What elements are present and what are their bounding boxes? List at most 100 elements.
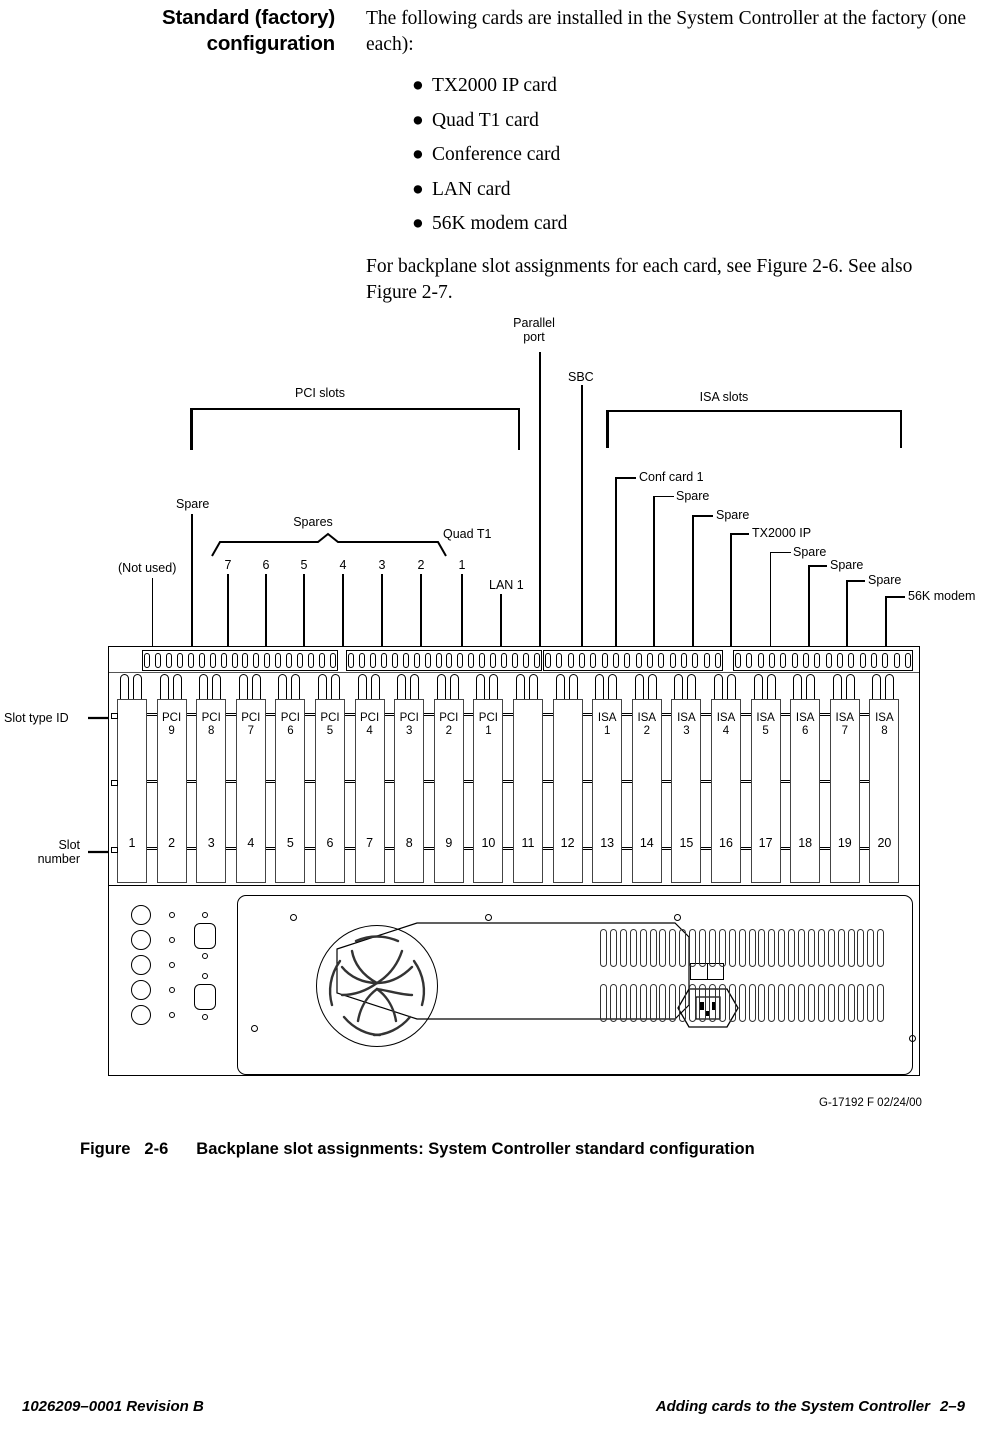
chassis-outline: 1 PCI 9 2 PCI 8 3 PCI 7 4 PCI 6 5 PCI 5 6 PCI 4 7 PCI 3 8 PCI 2… [108, 646, 920, 1076]
backplane-slot[interactable]: ISA 1 13 [592, 699, 623, 883]
connector-oval-icon [567, 653, 574, 668]
vent-slot-icon [817, 984, 825, 1022]
backplane-slot[interactable]: PCI 5 6 [315, 699, 345, 883]
backplane-slot[interactable]: ISA 5 17 [750, 699, 781, 883]
isa-callout-label-7: Spare [868, 573, 902, 587]
slot-tab-icon [410, 674, 420, 699]
slot-rail [859, 847, 870, 850]
slot-number-value: 20 [877, 835, 892, 850]
vent-slot-icon [619, 929, 627, 967]
panel-divider [109, 885, 919, 887]
vent-slot-icon [708, 929, 716, 967]
slot-rail [503, 780, 513, 783]
backplane-slot[interactable]: ISA 4 16 [711, 699, 741, 883]
connector-oval-icon [209, 653, 216, 668]
isa-callout-label-8: 56K modem [908, 589, 976, 603]
slot-tab-icon [370, 674, 380, 699]
footer-section-text: Adding cards to the System Controller [655, 1398, 930, 1415]
connector-oval-icon [703, 653, 710, 668]
round-port [131, 980, 151, 1000]
isa-slots-bracket-label: ISA slots [699, 390, 749, 404]
round-port [131, 1005, 151, 1025]
isa-slots-bracket [606, 410, 902, 448]
connector-oval-icon [714, 653, 721, 668]
backplane-slot[interactable]: ISA 6 18 [790, 699, 821, 883]
slot-rail [384, 847, 395, 850]
backplane-slot[interactable]: PCI 3 8 [394, 699, 425, 883]
backplane-slot[interactable]: PCI 8 3 [196, 699, 227, 883]
backplane-slot[interactable]: ISA 3 15 [671, 699, 702, 883]
slot-type-id-value: PCI 6 [280, 712, 300, 737]
isa-callout-leader-4 [730, 533, 732, 649]
backplane-slot[interactable]: PCI 6 5 [275, 699, 306, 883]
slot-rail [661, 713, 672, 716]
connector-oval-icon [791, 653, 798, 668]
backplane-slot[interactable]: PCI 7 4 [235, 699, 266, 883]
slot-rail [186, 847, 197, 850]
connector-oval-icon [176, 653, 183, 668]
backplane-slot[interactable]: 12 [552, 699, 583, 883]
backplane-slot[interactable]: ISA 8 20 [869, 699, 900, 883]
slot-number-value: 15 [679, 835, 694, 850]
vent-slot-icon [877, 929, 885, 967]
slot-number-value: 17 [758, 835, 773, 850]
slot-number-value: 12 [560, 835, 575, 850]
connector-group [733, 650, 913, 671]
isa-callout-leader-6 [808, 565, 810, 649]
slot-number-value: 18 [798, 835, 813, 850]
slot-tab-icon [133, 674, 142, 699]
dsub-screw [202, 912, 208, 918]
backplane-slot[interactable]: PCI 4 7 [354, 699, 385, 883]
pci-leader-1 [461, 574, 463, 649]
slot-number-label: Slot number [37, 838, 80, 866]
slot-type-id-label: Slot type ID [4, 711, 69, 725]
slot-rail [424, 713, 434, 716]
parallel-port-label: Parallel port [513, 316, 555, 344]
connector-oval-icon [144, 653, 150, 668]
vent-slot-icon [748, 984, 756, 1022]
backplane-slot[interactable]: 1 [117, 699, 147, 883]
pci-slots-bracket [190, 408, 520, 450]
isa-callout-label-6: Spare [830, 558, 864, 572]
vent-slot-icon [738, 984, 746, 1022]
slot-type-id-value: ISA 8 [875, 712, 894, 737]
slot-tab-icon [687, 674, 697, 699]
connector-oval-icon [680, 653, 687, 668]
slot-rail [345, 847, 355, 850]
slot-rail [345, 780, 355, 783]
vent-slot-icon [600, 929, 607, 967]
sbc-label: SBC [568, 370, 594, 384]
backplane-slot[interactable]: 11 [513, 699, 543, 883]
vent-slot-icon [669, 984, 677, 1022]
slot-tab-icon [516, 674, 525, 699]
backplane-slot[interactable]: ISA 7 19 [829, 699, 860, 883]
slot-number-value: 16 [719, 835, 733, 850]
pci-index-7: 7 [224, 558, 232, 572]
slot-rail [226, 713, 236, 716]
slot-number-value: 13 [600, 835, 615, 850]
connector-oval-icon [231, 653, 238, 668]
connector-oval-icon [848, 653, 855, 668]
footer-page-number: 2–9 [939, 1398, 965, 1415]
connector-oval-icon [870, 653, 877, 668]
slot-rail [305, 847, 315, 850]
connector-oval-icon [391, 653, 398, 668]
sbc-leader [581, 385, 583, 649]
backplane-slot[interactable]: ISA 2 14 [631, 699, 662, 883]
connector-oval-icon [297, 653, 304, 668]
slot-tab-icon [476, 674, 486, 699]
backplane-slot[interactable]: PCI 2 9 [433, 699, 464, 883]
slot-tab-icon [449, 674, 459, 699]
slot-tab-icon [766, 674, 776, 699]
connector-oval-icon [802, 653, 809, 668]
vent-slot-icon [768, 929, 776, 967]
backplane-slot[interactable]: PCI 1 10 [473, 699, 504, 883]
pci-leader-7 [227, 574, 229, 649]
connector-oval-icon [882, 653, 889, 668]
slot-rail [661, 847, 672, 850]
backplane-slot[interactable]: PCI 9 2 [156, 699, 187, 883]
isa-callout-tick-5 [770, 552, 791, 553]
slot-rail [622, 713, 632, 716]
slot-type-id-value: PCI 7 [241, 712, 261, 737]
vent-slot-icon [728, 984, 736, 1022]
